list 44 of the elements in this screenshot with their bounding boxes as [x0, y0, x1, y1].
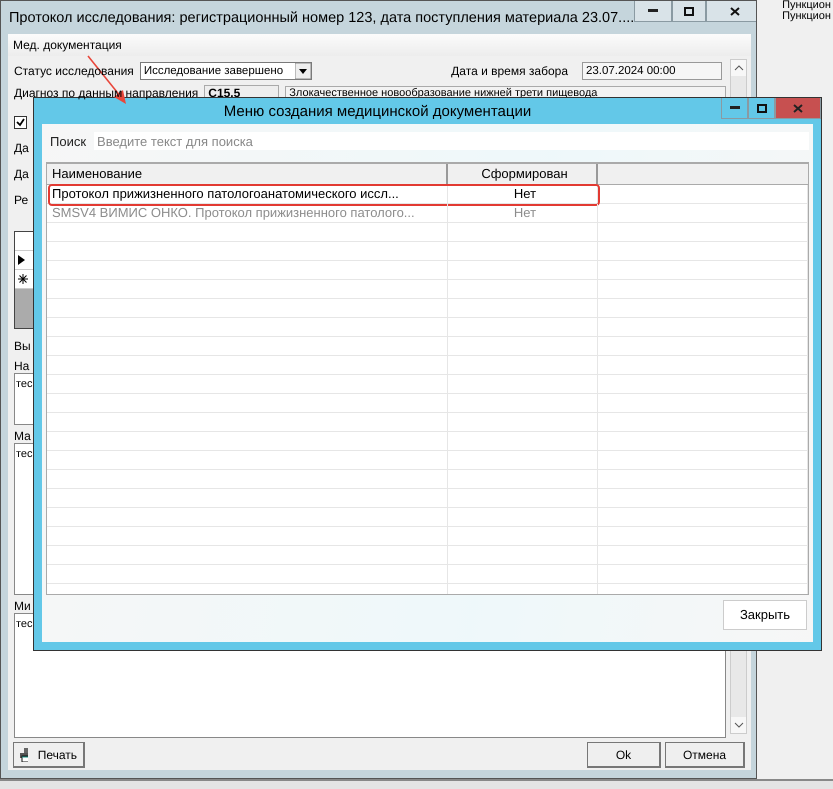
print-button[interactable]: Печать	[13, 742, 85, 768]
field-label: Ма	[14, 429, 32, 443]
search-label: Поиск	[50, 134, 86, 148]
close-icon	[793, 104, 803, 112]
window-title: Протокол исследования: регистрационный номер 123, дата поступления материала 23.07....	[9, 10, 634, 26]
field-label: Ми	[14, 599, 32, 613]
sampling-date-field[interactable]: 23.07.2024 00:00	[582, 62, 722, 80]
search-field[interactable]: Введите текст для поиска	[94, 132, 809, 150]
minimize-icon	[730, 106, 740, 110]
new-row-icon	[18, 274, 28, 284]
close-dialog-button[interactable]: Закрыть	[723, 600, 807, 630]
column-header[interactable]: Наименование	[47, 164, 448, 184]
status-dropdown[interactable]: Исследование завершено	[140, 62, 312, 80]
field-label: Да	[14, 141, 30, 155]
field-label: Ре	[14, 193, 30, 207]
background-list-item: Пункцион	[782, 0, 832, 11]
minimize-button[interactable]	[721, 98, 748, 119]
dropdown-arrow-icon	[294, 63, 311, 79]
minimize-button[interactable]	[634, 1, 672, 22]
field-label: Да	[14, 167, 30, 181]
table-cell: SMSV4 ВИМИС ОНКО. Протокол прижизненного патолого...	[47, 204, 448, 222]
menu-item[interactable]: Мед. документация	[13, 38, 122, 52]
checkbox[interactable]	[14, 116, 27, 128]
column-header[interactable]: Сформирован	[448, 164, 598, 184]
cancel-button[interactable]: Отмена	[665, 742, 745, 768]
section-label: Вы	[14, 339, 32, 353]
dialog-title: Меню создания медицинской документации	[222, 102, 532, 120]
maximize-button[interactable]	[672, 1, 706, 22]
scroll-down-icon	[734, 722, 744, 728]
minimize-icon	[648, 9, 658, 13]
maximize-icon	[684, 6, 694, 16]
scroll-up-icon	[734, 65, 744, 71]
sampling-label: Дата и время забора	[451, 64, 568, 78]
field-label: На	[14, 359, 30, 373]
background-list-item: Пункцион	[782, 11, 832, 22]
row-pointer-icon	[18, 255, 25, 265]
close-icon	[730, 6, 740, 16]
close-button[interactable]	[706, 1, 756, 22]
table-row[interactable]: Протокол прижизненного патологоанатомического иссл... Нет	[47, 185, 808, 204]
printer-icon	[20, 748, 28, 762]
ok-button[interactable]: Ok	[587, 742, 661, 768]
table-cell: Нет	[448, 204, 598, 222]
maximize-button[interactable]	[748, 98, 775, 119]
maximize-icon	[756, 104, 766, 112]
